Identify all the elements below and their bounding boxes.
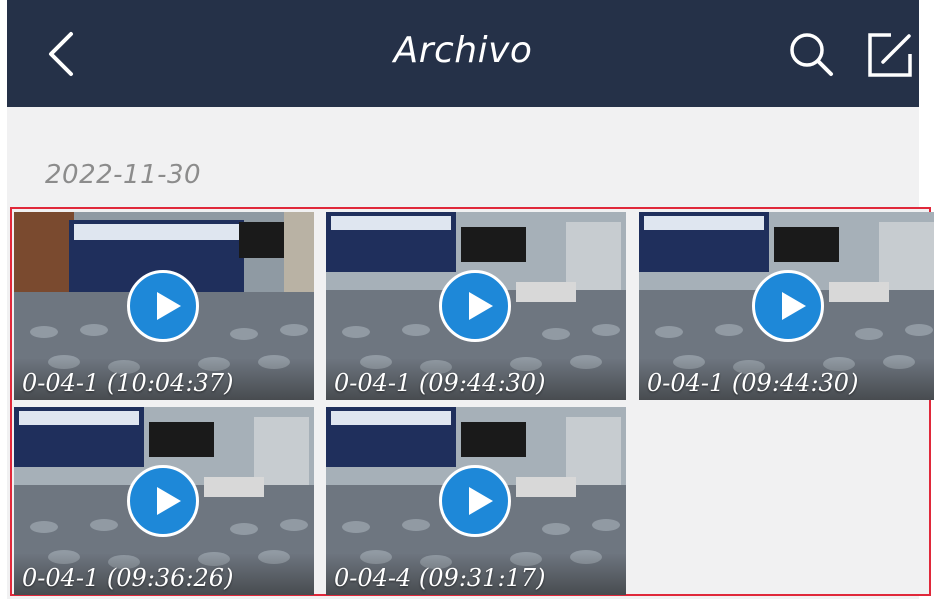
video-thumbnail[interactable]: 0-04-1 (10:04:37) xyxy=(14,212,314,400)
page-title: Archivo xyxy=(393,30,533,71)
edit-button[interactable] xyxy=(865,30,915,80)
play-icon xyxy=(439,270,511,342)
thumbnail-caption-bar: 0-04-1 (10:04:37) xyxy=(14,358,314,400)
top-bar: Archivo xyxy=(7,0,919,107)
play-icon xyxy=(439,465,511,537)
search-icon xyxy=(790,33,833,76)
video-thumbnail[interactable]: 0-04-1 (09:44:30) xyxy=(326,212,626,400)
thumbnail-caption-bar: 0-04-1 (09:44:30) xyxy=(326,358,626,400)
thumbnail-caption-bar: 0-04-1 (09:36:26) xyxy=(14,553,314,595)
video-timestamp: 0-04-1 (09:36:26) xyxy=(22,564,234,592)
video-thumbnail[interactable]: 0-04-4 (09:31:17) xyxy=(326,407,626,595)
video-timestamp: 0-04-1 (09:44:30) xyxy=(334,369,546,397)
thumbnail-caption-bar: 0-04-4 (09:31:17) xyxy=(326,553,626,595)
edit-icon xyxy=(868,33,912,77)
thumbnail-caption-bar: 0-04-1 (09:44:30) xyxy=(639,358,934,400)
video-thumbnail[interactable]: 0-04-1 (09:44:30) xyxy=(639,212,934,400)
play-icon xyxy=(127,465,199,537)
video-timestamp: 0-04-1 (09:44:30) xyxy=(647,369,859,397)
section-date: 2022-11-30 xyxy=(45,160,202,190)
video-thumbnail[interactable]: 0-04-1 (09:36:26) xyxy=(14,407,314,595)
video-timestamp: 0-04-1 (10:04:37) xyxy=(22,369,234,397)
video-timestamp: 0-04-4 (09:31:17) xyxy=(334,564,546,592)
play-icon xyxy=(752,270,824,342)
play-icon xyxy=(127,270,199,342)
search-button[interactable] xyxy=(787,30,837,80)
